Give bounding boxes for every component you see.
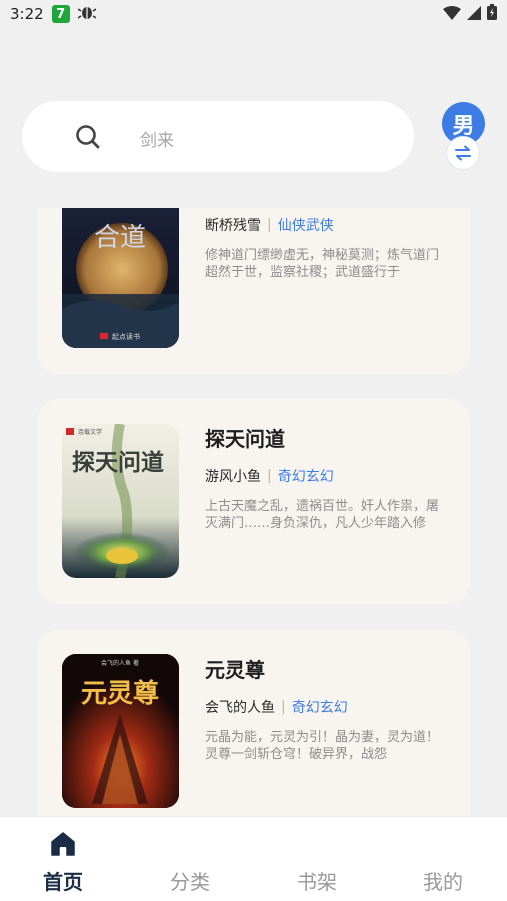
- book-genre[interactable]: 仙侠武侠: [278, 215, 334, 235]
- meta-separator: |: [267, 217, 272, 233]
- meta-separator: |: [267, 468, 272, 484]
- book-author[interactable]: 断桥残雪: [205, 215, 261, 235]
- nav-label-home[interactable]: 首页: [43, 866, 83, 895]
- nav-label-bookshelf[interactable]: 书架: [297, 866, 337, 895]
- cover-title-text: 元灵尊: [81, 678, 159, 709]
- signal-icon: [467, 5, 481, 24]
- nav-item-category[interactable]: 分类: [140, 817, 240, 901]
- book-genre[interactable]: 奇幻玄幻: [292, 697, 348, 717]
- cover-title-text: 合道: [94, 223, 146, 253]
- book-title[interactable]: 探天问道: [205, 423, 285, 452]
- status-right: [443, 4, 497, 24]
- book-card[interactable]: 元灵尊 会飞的人鱼 著 元灵尊 会飞的人鱼 | 奇幻玄幻 元晶为能，元灵为引！晶…: [37, 630, 470, 816]
- book-meta: 游风小鱼 | 奇幻玄幻: [205, 466, 334, 486]
- status-time: 3:22: [10, 5, 44, 23]
- wifi-icon: [443, 5, 461, 24]
- bug-icon: [77, 3, 97, 25]
- notification-badge: 7: [51, 5, 70, 23]
- book-cover[interactable]: 元灵尊 会飞的人鱼 著: [62, 654, 179, 808]
- meta-separator: |: [281, 699, 286, 715]
- nav-item-bookshelf[interactable]: 书架: [267, 817, 367, 901]
- cover-title-text: 探天问道: [72, 449, 164, 476]
- book-cover[interactable]: 合道 起点读书: [62, 208, 179, 348]
- cover-badge-text: 起点读书: [112, 332, 140, 341]
- bottom-nav: 首页 分类 书架 我的: [0, 816, 507, 901]
- book-cover[interactable]: 探天问道 连载文学: [62, 424, 179, 578]
- search-input[interactable]: 剑来: [140, 126, 174, 151]
- battery-icon: [487, 4, 497, 24]
- book-card[interactable]: 探天问道 连载文学 探天问道 游风小鱼 | 奇幻玄幻 上古天魔之乱，遗祸百世。奸…: [37, 399, 470, 604]
- nav-item-mine[interactable]: 我的: [393, 817, 493, 901]
- book-author[interactable]: 会飞的人鱼: [205, 697, 275, 717]
- book-description: 元晶为能，元灵为引！晶为妻，灵为道！灵尊一剑斩仓穹！破异界，战怨: [205, 730, 440, 762]
- status-left: 3:22 7: [10, 3, 97, 25]
- book-meta: 断桥残雪 | 仙侠武侠: [205, 215, 334, 235]
- book-title[interactable]: 元灵尊: [205, 654, 265, 683]
- nav-item-home[interactable]: 首页: [13, 817, 113, 901]
- search-bar[interactable]: 剑来: [22, 101, 414, 172]
- cover-badge-text: 连载文学: [78, 428, 102, 436]
- status-bar: 3:22 7: [0, 0, 507, 28]
- nav-label-mine[interactable]: 我的: [423, 866, 463, 895]
- swap-icon[interactable]: [446, 136, 480, 170]
- book-description: 修神道门缥缈虚无，神秘莫测；炼气道门超然于世，监察社稷；武道盛行于: [205, 248, 440, 280]
- book-genre[interactable]: 奇幻玄幻: [278, 466, 334, 486]
- nav-label-category[interactable]: 分类: [170, 866, 210, 895]
- book-card[interactable]: 合道 起点读书 合道 断桥残雪 | 仙侠武侠 修神道门缥缈虚无，神秘莫测；炼气道…: [37, 208, 470, 374]
- cover-badge-text: 会飞的人鱼 著: [101, 659, 139, 667]
- home-icon[interactable]: [50, 831, 76, 861]
- search-icon[interactable]: [75, 124, 101, 150]
- book-meta: 会飞的人鱼 | 奇幻玄幻: [205, 697, 348, 717]
- book-description: 上古天魔之乱，遗祸百世。奸人作祟，屠灭满门……身负深仇，凡人少年踏入修: [205, 499, 440, 531]
- book-author[interactable]: 游风小鱼: [205, 466, 261, 486]
- book-list[interactable]: 合道 起点读书 合道 断桥残雪 | 仙侠武侠 修神道门缥缈虚无，神秘莫测；炼气道…: [0, 208, 507, 816]
